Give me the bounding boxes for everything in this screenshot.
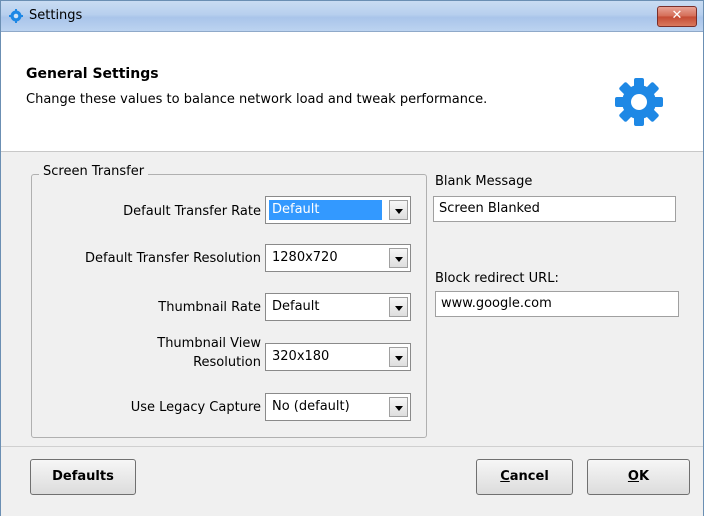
default-transfer-rate-label: Default Transfer Rate	[123, 204, 261, 219]
close-button[interactable]: ✕	[657, 6, 697, 27]
gear-icon	[615, 78, 663, 126]
block-redirect-url-label: Block redirect URL:	[435, 271, 559, 286]
thumbnail-rate-label: Thumbnail Rate	[158, 300, 261, 315]
settings-app-icon	[9, 9, 23, 23]
ok-button[interactable]: OK	[587, 459, 690, 495]
cancel-access-key: C	[500, 469, 510, 484]
chevron-down-icon[interactable]	[389, 200, 408, 220]
chevron-down-icon[interactable]	[389, 248, 408, 268]
blank-message-label: Blank Message	[435, 174, 533, 189]
use-legacy-capture-label: Use Legacy Capture	[130, 400, 261, 415]
cancel-button[interactable]: Cancel	[476, 459, 573, 495]
ok-label-rest: K	[638, 469, 650, 484]
ok-access-key: O	[627, 469, 639, 484]
chevron-down-icon[interactable]	[389, 297, 408, 317]
chevron-down-icon[interactable]	[389, 397, 408, 417]
default-transfer-resolution-label: Default Transfer Resolution	[85, 251, 261, 266]
use-legacy-capture-select[interactable]: No (default)	[265, 393, 411, 421]
thumbnail-rate-select[interactable]: Default	[265, 293, 411, 321]
combo-value: Default	[272, 299, 320, 314]
blank-message-input[interactable]: Screen Blanked	[433, 196, 676, 222]
page-title: General Settings	[26, 66, 159, 82]
defaults-button[interactable]: Defaults	[30, 459, 136, 495]
thumbnail-view-resolution-select[interactable]: 320x180	[265, 343, 411, 371]
settings-window: Settings ✕ General Settings Change these…	[0, 0, 704, 516]
combo-value: Default	[269, 200, 382, 220]
thumbnail-view-resolution-label-line2: Resolution	[193, 355, 261, 370]
screen-transfer-label: Screen Transfer	[39, 164, 149, 179]
combo-value: 320x180	[272, 349, 330, 364]
close-icon: ✕	[671, 8, 683, 23]
chevron-down-icon[interactable]	[389, 347, 408, 367]
combo-value: 1280x720	[272, 250, 338, 265]
window-title: Settings	[29, 8, 83, 23]
block-redirect-url-input[interactable]: www.google.com	[435, 291, 679, 317]
header-panel: General Settings Change these values to …	[1, 32, 703, 152]
default-transfer-resolution-select[interactable]: 1280x720	[265, 244, 411, 272]
page-description: Change these values to balance network l…	[26, 92, 488, 107]
title-bar[interactable]: Settings ✕	[1, 1, 703, 32]
combo-value: No (default)	[272, 399, 350, 414]
thumbnail-view-resolution-label-line1: Thumbnail View	[157, 336, 261, 351]
cancel-label-rest: ancel	[509, 469, 549, 484]
default-transfer-rate-select[interactable]: Default	[265, 196, 411, 224]
